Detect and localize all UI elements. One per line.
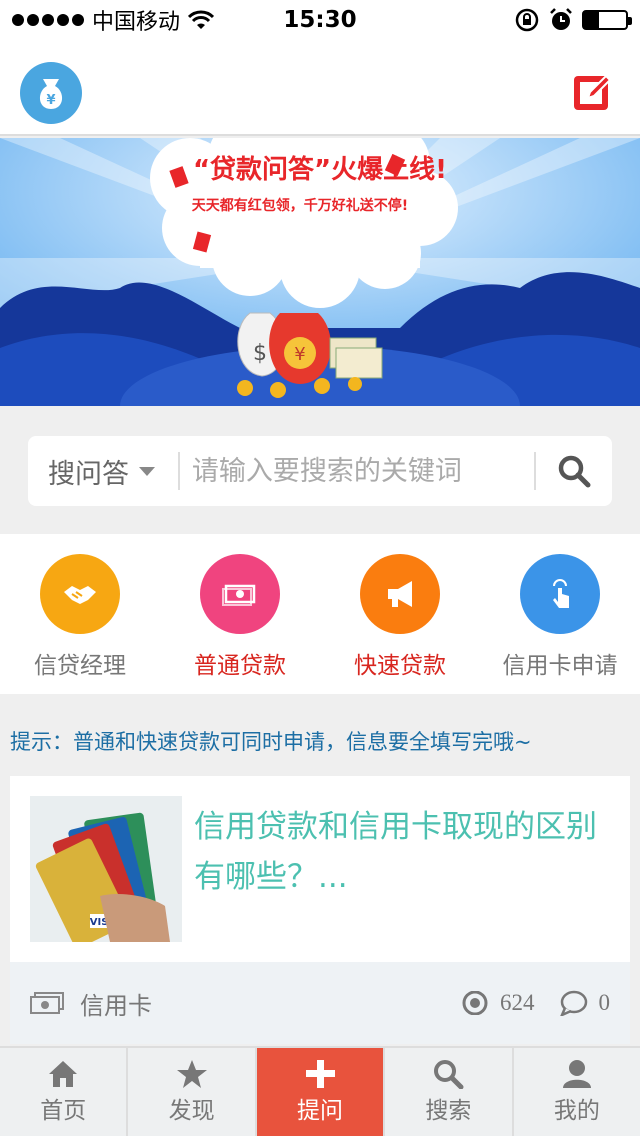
banner-illustration: $ ¥ “贷款问答”火爆上线! 天天都有红包领，千万好礼送不停! <box>0 138 640 406</box>
category-label: 信用卡申请 <box>502 653 618 679</box>
tab-label: 我的 <box>553 1098 600 1124</box>
cash-icon <box>222 584 256 606</box>
tab-discover[interactable]: 发现 <box>128 1048 257 1136</box>
signal-strength-icon <box>12 14 84 26</box>
category-icon-circle <box>360 554 440 634</box>
category-label: 普通贷款 <box>194 653 286 679</box>
category-label: 信贷经理 <box>34 653 126 679</box>
search-icon <box>558 455 591 488</box>
promo-banner[interactable]: $ ¥ “贷款问答”火爆上线! 天天都有红包领，千万好礼送不停! <box>0 138 640 406</box>
alarm-icon <box>550 8 572 30</box>
category-icon-circle <box>40 554 120 634</box>
article-meta: 信用卡 624 0 <box>10 962 630 1044</box>
edit-icon[interactable] <box>572 70 616 114</box>
money-bag-icon: ¥ <box>39 79 63 109</box>
carrier-name: 中国移动 <box>92 10 181 35</box>
tab-label: 提问 <box>297 1098 344 1124</box>
tab-search[interactable]: 搜索 <box>385 1048 514 1136</box>
eye-icon <box>462 991 488 1015</box>
tab-me[interactable]: 我的 <box>514 1048 640 1136</box>
banner-headline: “贷款问答”火爆上线! <box>193 154 447 185</box>
article-card[interactable]: VISA 信用贷款和信用卡取现的区别有哪些？... <box>10 776 630 962</box>
category-fast-loan[interactable]: 快速贷款 <box>320 534 480 694</box>
cash-icon <box>30 992 64 1014</box>
category-normal-loan[interactable]: 普通贷款 <box>160 534 320 694</box>
chevron-down-icon <box>139 466 155 476</box>
banner-subline: 天天都有红包领，千万好礼送不停! <box>192 197 408 214</box>
search-type-label: 搜问答 <box>48 458 129 490</box>
bottom-tab-bar: 首页 发现 提问 搜索 我的 <box>0 1046 640 1136</box>
hand-tap-icon <box>553 579 569 608</box>
search-input[interactable] <box>177 452 536 490</box>
status-bar: 中国移动 15:30 <box>0 0 640 40</box>
svg-text:¥: ¥ <box>46 93 55 108</box>
rotation-lock-icon <box>515 8 539 32</box>
tab-label: 发现 <box>168 1098 215 1124</box>
category-icon-circle <box>520 554 600 634</box>
tip-notice: 提示：普通和快速贷款可同时申请，信息要全填写完哦~ <box>10 730 532 754</box>
category-credit-manager[interactable]: 信贷经理 <box>0 534 160 694</box>
tab-label: 首页 <box>40 1098 87 1124</box>
tab-ask[interactable]: 提问 <box>256 1048 386 1136</box>
megaphone-icon <box>388 581 412 607</box>
article-title[interactable]: 信用贷款和信用卡取现的区别有哪些？... <box>194 802 614 902</box>
tab-label: 搜索 <box>425 1098 472 1124</box>
star-icon <box>176 1060 207 1088</box>
category-credit-card[interactable]: 信用卡申请 <box>480 534 640 694</box>
search-button[interactable] <box>536 436 612 506</box>
app-header: ¥ <box>0 40 640 136</box>
article-tag[interactable]: 信用卡 <box>30 986 152 1021</box>
comment-icon <box>559 990 587 1016</box>
svg-text:$: $ <box>253 341 267 366</box>
view-count: 624 <box>500 990 535 1015</box>
category-grid: 信贷经理 普通贷款 快速贷款 信用卡申请 <box>0 534 640 694</box>
search-icon <box>434 1060 464 1089</box>
article-tag-label: 信用卡 <box>80 991 152 1020</box>
category-label: 快速贷款 <box>354 653 446 679</box>
app-logo[interactable]: ¥ <box>20 62 82 124</box>
handshake-icon <box>64 586 96 604</box>
battery-icon <box>582 10 632 30</box>
home-icon <box>49 1061 78 1087</box>
search-type-dropdown[interactable]: 搜问答 <box>28 452 178 491</box>
plus-icon <box>306 1060 336 1088</box>
svg-text:¥: ¥ <box>294 344 305 365</box>
user-icon <box>562 1060 591 1088</box>
comment-count: 0 <box>598 990 611 1015</box>
article-thumbnail: VISA <box>30 796 182 942</box>
tab-home[interactable]: 首页 <box>0 1048 129 1136</box>
category-icon-circle <box>200 554 280 634</box>
search-bar: 搜问答 <box>28 436 612 506</box>
wifi-icon <box>188 10 215 29</box>
